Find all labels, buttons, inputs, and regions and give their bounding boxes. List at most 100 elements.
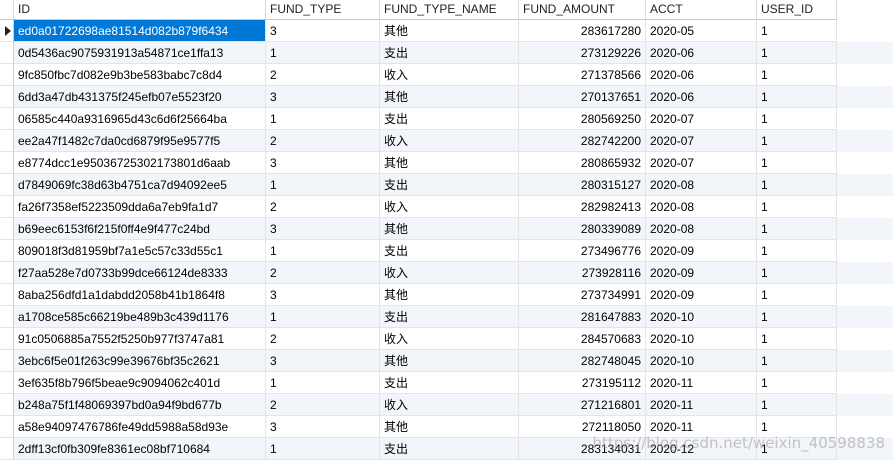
- cell-user-id[interactable]: 1: [757, 394, 837, 416]
- cell-fund-type-name[interactable]: 其他: [380, 350, 519, 372]
- cell-fund-type[interactable]: 2: [266, 394, 380, 416]
- cell-fund-type-name[interactable]: 其他: [380, 20, 519, 42]
- row-header[interactable]: [0, 306, 14, 328]
- table-row[interactable]: 6dd3a47db431375f245efb07e5523f20 3 其他 27013…: [0, 86, 893, 108]
- row-header[interactable]: [0, 130, 14, 152]
- cell-fund-type-name[interactable]: 其他: [380, 416, 519, 438]
- table-row[interactable]: 9fc850fbc7d082e9b3be583babc7c8d4 2 收入 27137…: [0, 64, 893, 86]
- cell-fund-type[interactable]: 3: [266, 416, 380, 438]
- cell-acct[interactable]: 2020-10: [646, 328, 757, 350]
- cell-fund-type-name[interactable]: 支出: [380, 372, 519, 394]
- cell-user-id[interactable]: 1: [757, 438, 837, 460]
- row-header[interactable]: [0, 152, 14, 174]
- row-header[interactable]: [0, 240, 14, 262]
- cell-fund-amount[interactable]: 273928116: [519, 262, 646, 284]
- cell-acct[interactable]: 2020-07: [646, 108, 757, 130]
- cell-fund-type-name[interactable]: 支出: [380, 438, 519, 460]
- cell-fund-type[interactable]: 1: [266, 372, 380, 394]
- cell-user-id[interactable]: 1: [757, 240, 837, 262]
- cell-acct[interactable]: 2020-08: [646, 174, 757, 196]
- cell-fund-amount[interactable]: 280315127: [519, 174, 646, 196]
- cell-fund-type-name[interactable]: 其他: [380, 152, 519, 174]
- cell-user-id[interactable]: 1: [757, 130, 837, 152]
- cell-acct[interactable]: 2020-07: [646, 152, 757, 174]
- cell-acct[interactable]: 2020-11: [646, 394, 757, 416]
- cell-user-id[interactable]: 1: [757, 174, 837, 196]
- cell-fund-type[interactable]: 3: [266, 86, 380, 108]
- row-header[interactable]: [0, 64, 14, 86]
- cell-id[interactable]: ee2a47f1482c7da0cd6879f95e9577f5: [14, 130, 266, 152]
- cell-fund-type[interactable]: 1: [266, 306, 380, 328]
- cell-fund-amount[interactable]: 273734991: [519, 284, 646, 306]
- cell-acct[interactable]: 2020-11: [646, 416, 757, 438]
- cell-fund-type[interactable]: 2: [266, 262, 380, 284]
- cell-fund-amount[interactable]: 270137651: [519, 86, 646, 108]
- table-row[interactable]: 3ebc6f5e01f263c99e39676bf35c2621 3 其他 28274…: [0, 350, 893, 372]
- cell-fund-amount[interactable]: 272118050: [519, 416, 646, 438]
- table-row[interactable]: 91c0506885a7552f5250b977f3747a81 2 收入 28457…: [0, 328, 893, 350]
- cell-user-id[interactable]: 1: [757, 350, 837, 372]
- row-header[interactable]: [0, 416, 14, 438]
- table-row[interactable]: 3ef635f8b796f5beae9c9094062c401d 1 支出 27319…: [0, 372, 893, 394]
- cell-fund-type-name[interactable]: 收入: [380, 262, 519, 284]
- row-header[interactable]: [0, 328, 14, 350]
- cell-acct[interactable]: 2020-07: [646, 130, 757, 152]
- cell-fund-type-name[interactable]: 支出: [380, 42, 519, 64]
- cell-fund-type-name[interactable]: 收入: [380, 394, 519, 416]
- cell-fund-type-name[interactable]: 其他: [380, 86, 519, 108]
- cell-acct[interactable]: 2020-08: [646, 196, 757, 218]
- row-header[interactable]: [0, 86, 14, 108]
- cell-fund-amount[interactable]: 273496776: [519, 240, 646, 262]
- cell-id[interactable]: d7849069fc38d63b4751ca7d94092ee5: [14, 174, 266, 196]
- cell-fund-type[interactable]: 3: [266, 218, 380, 240]
- cell-fund-amount[interactable]: 282742200: [519, 130, 646, 152]
- column-header-fund-amount[interactable]: FUND_AMOUNT: [519, 0, 646, 20]
- cell-fund-type-name[interactable]: 支出: [380, 306, 519, 328]
- row-header[interactable]: [0, 262, 14, 284]
- table-row[interactable]: a58e94097476786fe49dd5988a58d93e 3 其他 27211…: [0, 416, 893, 438]
- cell-fund-type[interactable]: 2: [266, 328, 380, 350]
- cell-user-id[interactable]: 1: [757, 284, 837, 306]
- cell-fund-type-name[interactable]: 支出: [380, 108, 519, 130]
- cell-fund-type-name[interactable]: 收入: [380, 196, 519, 218]
- cell-id[interactable]: 8aba256dfd1a1dabdd2058b41b1864f8: [14, 284, 266, 306]
- column-header-acct[interactable]: ACCT: [646, 0, 757, 20]
- cell-acct[interactable]: 2020-06: [646, 64, 757, 86]
- cell-user-id[interactable]: 1: [757, 372, 837, 394]
- cell-acct[interactable]: 2020-06: [646, 86, 757, 108]
- cell-user-id[interactable]: 1: [757, 42, 837, 64]
- cell-user-id[interactable]: 1: [757, 108, 837, 130]
- cell-fund-type-name[interactable]: 支出: [380, 174, 519, 196]
- cell-acct[interactable]: 2020-06: [646, 42, 757, 64]
- cell-user-id[interactable]: 1: [757, 416, 837, 438]
- cell-fund-amount[interactable]: 281647883: [519, 306, 646, 328]
- row-header[interactable]: [0, 394, 14, 416]
- cell-fund-type-name[interactable]: 支出: [380, 240, 519, 262]
- cell-user-id[interactable]: 1: [757, 64, 837, 86]
- cell-fund-amount[interactable]: 273195112: [519, 372, 646, 394]
- cell-fund-amount[interactable]: 280569250: [519, 108, 646, 130]
- table-row[interactable]: 809018f3d81959bf7a1e5c57c33d55c1 1 支出 27349…: [0, 240, 893, 262]
- cell-user-id[interactable]: 1: [757, 196, 837, 218]
- table-row[interactable]: b69eec6153f6f215f0ff4e9f477c24bd 3 其他 28033…: [0, 218, 893, 240]
- cell-acct[interactable]: 2020-05: [646, 20, 757, 42]
- cell-fund-type[interactable]: 2: [266, 64, 380, 86]
- cell-id[interactable]: 91c0506885a7552f5250b977f3747a81: [14, 328, 266, 350]
- row-header[interactable]: [0, 196, 14, 218]
- table-row[interactable]: ed0a01722698ae81514d082b879f6434 3 其他 28361…: [0, 20, 893, 42]
- cell-id[interactable]: 0d5436ac9075931913a54871ce1ffa13: [14, 42, 266, 64]
- cell-id[interactable]: a1708ce585c66219be489b3c439d1176: [14, 306, 266, 328]
- row-header[interactable]: [0, 438, 14, 460]
- table-row[interactable]: 2dff13cf0fb309fe8361ec08bf710684 1 支出 28313…: [0, 438, 893, 460]
- cell-fund-type-name[interactable]: 收入: [380, 328, 519, 350]
- cell-acct[interactable]: 2020-10: [646, 350, 757, 372]
- cell-id[interactable]: 6dd3a47db431375f245efb07e5523f20: [14, 86, 266, 108]
- cell-acct[interactable]: 2020-09: [646, 284, 757, 306]
- cell-user-id[interactable]: 1: [757, 20, 837, 42]
- row-header[interactable]: [0, 174, 14, 196]
- cell-id[interactable]: ed0a01722698ae81514d082b879f6434: [14, 20, 266, 42]
- cell-user-id[interactable]: 1: [757, 262, 837, 284]
- cell-fund-amount[interactable]: 280865932: [519, 152, 646, 174]
- cell-fund-amount[interactable]: 284570683: [519, 328, 646, 350]
- cell-fund-amount[interactable]: 280339089: [519, 218, 646, 240]
